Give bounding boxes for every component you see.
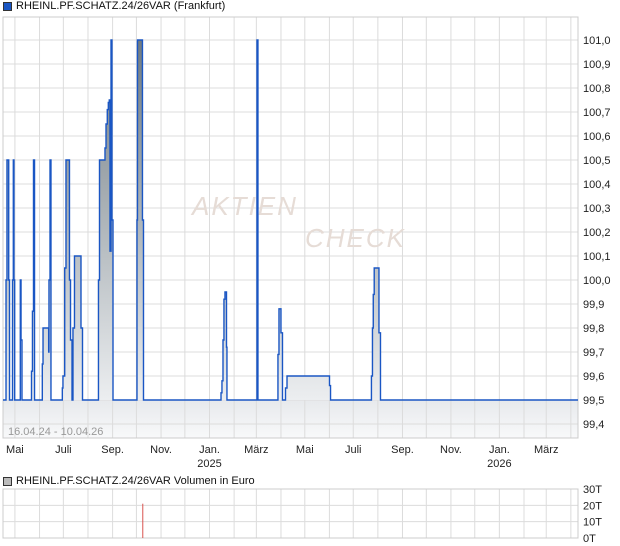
x-tick-label: Jan.	[489, 444, 510, 456]
watermark-logo-2: CHECK	[305, 223, 406, 253]
price-chart: AKTIEN CHECK 16.04.24 - 10.04.26 99,4 99,…	[2, 16, 611, 545]
y-tick-label: 99,4	[583, 419, 604, 431]
watermark-logo: AKTIEN	[190, 191, 298, 221]
x-tick-label: Juli	[55, 444, 72, 456]
y-tick-label: 100,3	[583, 203, 611, 215]
y-tick-label: 99,5	[583, 395, 604, 407]
y-tick-label: 99,7	[583, 347, 604, 359]
y-tick-label: 100,1	[583, 251, 611, 263]
volume-y-tick-label: 10T	[583, 517, 602, 529]
x-tick-label: Sep.	[391, 444, 414, 456]
y-tick-label: 100,6	[583, 131, 611, 143]
volume-y-tick-label: 0T	[583, 533, 596, 545]
x-tick-year: 2025	[197, 458, 221, 470]
y-tick-label: 100,8	[583, 83, 611, 95]
y-tick-label: 99,8	[583, 323, 604, 335]
x-tick-label: Mai	[296, 444, 314, 456]
x-tick-label: Juli	[345, 444, 362, 456]
chart-widget: RHEINL.PF.SCHATZ.24/26VAR (Frankfurt) RH…	[0, 0, 620, 546]
y-tick-label: 100,0	[583, 275, 611, 287]
volume-y-tick-label: 30T	[583, 484, 602, 496]
y-tick-label: 100,5	[583, 155, 611, 167]
x-tick-label: Nov.	[150, 444, 172, 456]
x-tick-label: Nov.	[440, 444, 462, 456]
y-tick-label: 101,0	[583, 35, 611, 47]
x-tick-label: Sep.	[101, 444, 124, 456]
x-tick-label: Jan.	[199, 444, 220, 456]
x-tick-label: März	[534, 444, 558, 456]
x-tick-year: 2026	[487, 458, 511, 470]
y-tick-label: 100,9	[583, 59, 611, 71]
y-tick-label: 99,9	[583, 299, 604, 311]
volume-y-tick-label: 20T	[583, 500, 602, 512]
y-tick-label: 100,2	[583, 227, 611, 239]
volume-plot-frame	[2, 488, 579, 539]
x-tick-label: März	[244, 444, 268, 456]
y-tick-label: 100,4	[583, 179, 611, 191]
y-tick-label: 99,6	[583, 371, 604, 383]
y-tick-label: 100,7	[583, 107, 611, 119]
x-tick-label: Mai	[6, 444, 24, 456]
price-plot-frame	[2, 16, 579, 439]
date-range-label: 16.04.24 - 10.04.26	[8, 426, 103, 438]
